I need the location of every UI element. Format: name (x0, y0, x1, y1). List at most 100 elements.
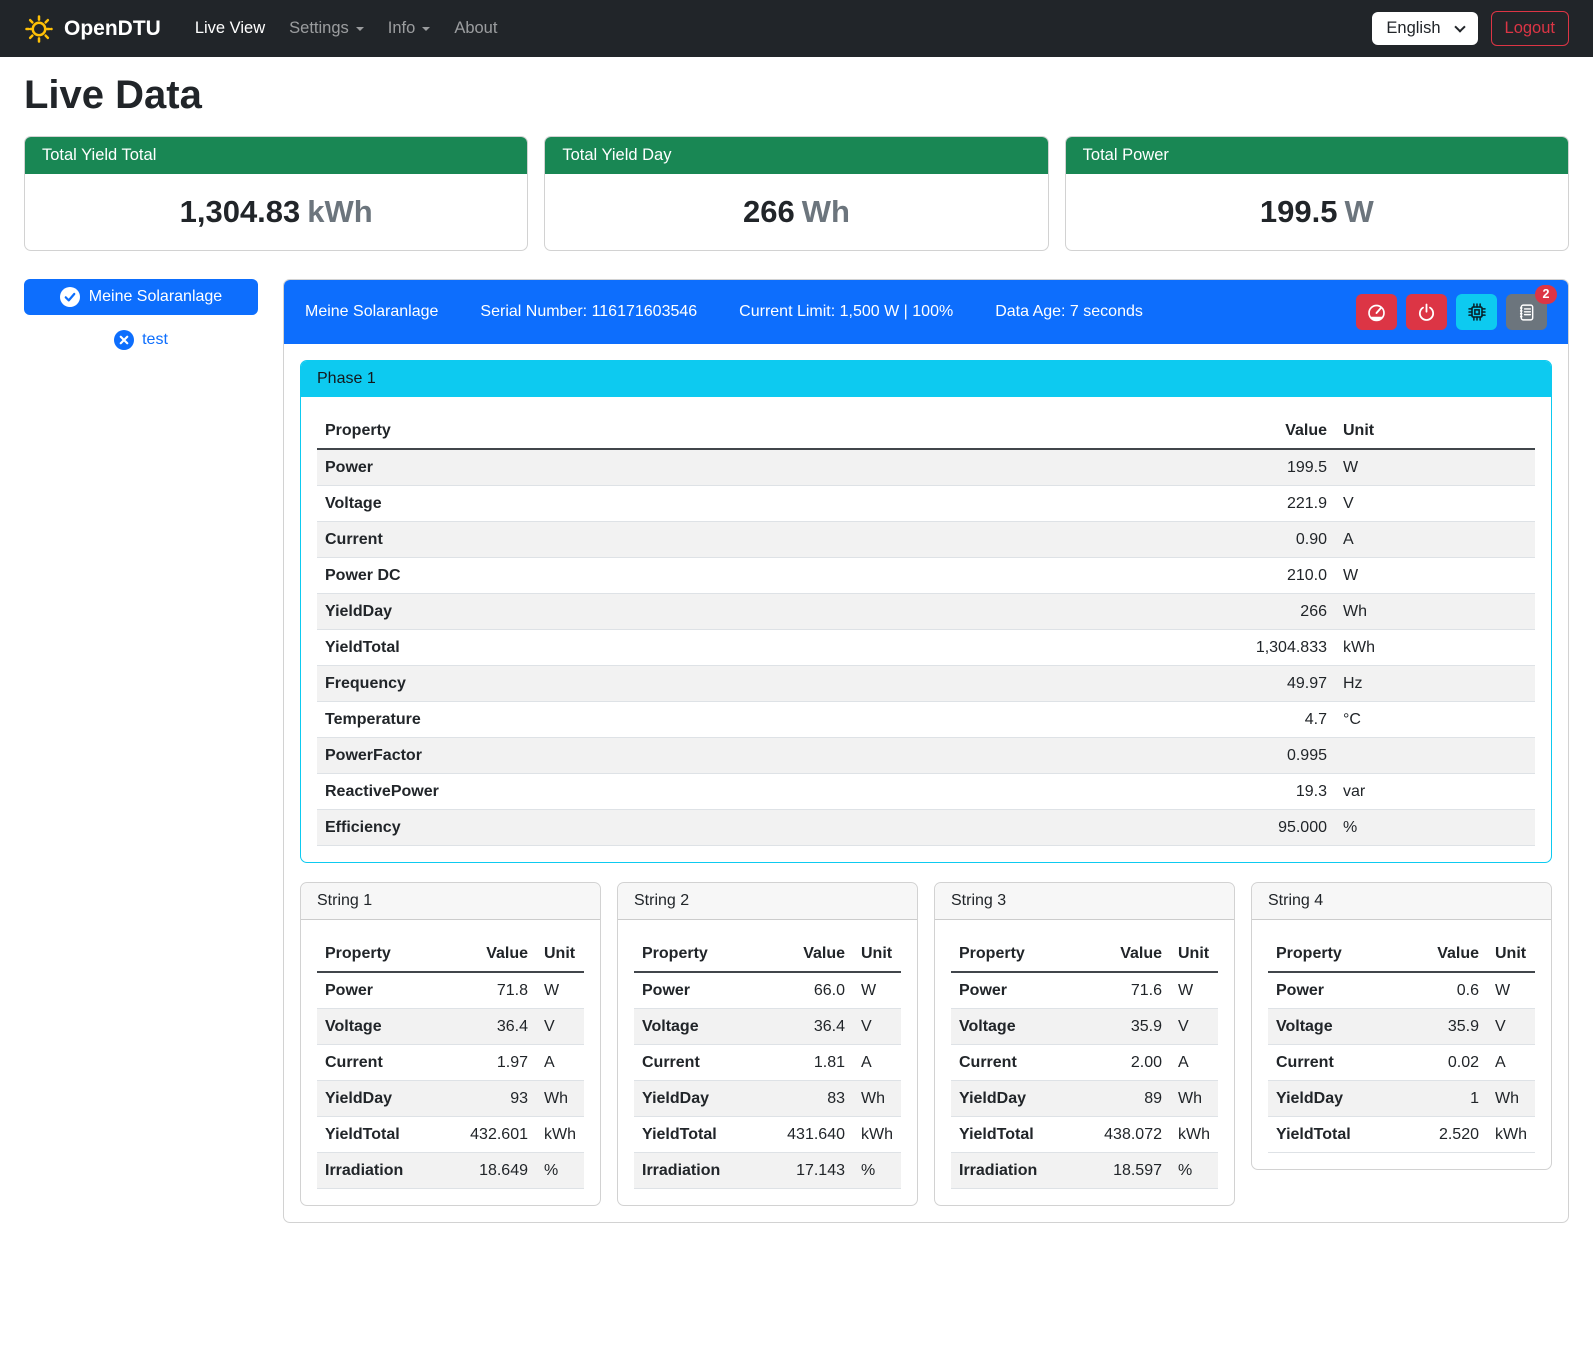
limit-settings-button[interactable] (1356, 294, 1397, 330)
property-cell: YieldDay (317, 1081, 460, 1117)
value-cell: 18.597 (1094, 1153, 1170, 1189)
unit-cell: A (1170, 1045, 1218, 1081)
event-count-badge: 2 (1535, 285, 1557, 304)
unit-cell (1335, 738, 1535, 774)
property-cell: Power DC (317, 558, 1215, 594)
x-circle-icon (114, 330, 134, 350)
unit-cell: kWh (853, 1117, 901, 1153)
column-header-unit: Unit (1487, 936, 1535, 972)
unit-cell: kWh (1170, 1117, 1218, 1153)
device-info-button[interactable] (1456, 294, 1497, 330)
string-3-card: String 3 Property Value Unit (934, 882, 1235, 1206)
unit-cell: W (1170, 972, 1218, 1009)
table-row: Power0.6W (1268, 972, 1535, 1009)
top-navbar: OpenDTU Live View Settings Info About En… (0, 0, 1593, 57)
unit-cell: Wh (1170, 1081, 1218, 1117)
table-row: Current1.81A (634, 1045, 901, 1081)
journal-icon (1517, 303, 1536, 322)
card-unit: W (1344, 194, 1373, 229)
property-cell: YieldTotal (951, 1117, 1094, 1153)
nav-item-live-view[interactable]: Live View (187, 11, 273, 46)
table-row: Current1.97A (317, 1045, 584, 1081)
power-button[interactable] (1406, 294, 1447, 330)
value-cell: 71.6 (1094, 972, 1170, 1009)
value-cell: 0.90 (1215, 522, 1335, 558)
check-circle-icon (60, 287, 80, 307)
property-cell: Voltage (317, 486, 1215, 522)
value-cell: 35.9 (1094, 1009, 1170, 1045)
event-log-button[interactable]: 2 (1506, 294, 1547, 330)
property-cell: Power (317, 449, 1215, 486)
chevron-down-icon (356, 27, 364, 35)
value-cell: 221.9 (1215, 486, 1335, 522)
value-cell: 1.97 (460, 1045, 536, 1081)
unit-cell: kWh (1487, 1117, 1535, 1153)
table-header-row: Property Value Unit (634, 936, 901, 972)
string-1-card: String 1 Property Value Unit (300, 882, 601, 1206)
nav-item-settings[interactable]: Settings (281, 11, 372, 46)
language-select[interactable]: English (1372, 12, 1477, 45)
value-cell: 0.6 (1411, 972, 1487, 1009)
nav-item-about[interactable]: About (446, 11, 505, 46)
property-cell: YieldTotal (317, 630, 1215, 666)
property-cell: PowerFactor (317, 738, 1215, 774)
column-header-value: Value (460, 936, 536, 972)
property-cell: Current (1268, 1045, 1411, 1081)
table-row: YieldTotal432.601kWh (317, 1117, 584, 1153)
table-row: YieldTotal431.640kWh (634, 1117, 901, 1153)
table-row: Frequency49.97Hz (317, 666, 1535, 702)
sidebar-item-test[interactable]: test (24, 330, 258, 350)
nav-item-label: Live View (195, 19, 265, 38)
brand[interactable]: OpenDTU (24, 14, 161, 44)
property-cell: Current (951, 1045, 1094, 1081)
table-row: Temperature4.7°C (317, 702, 1535, 738)
unit-cell: A (1487, 1045, 1535, 1081)
value-cell: 1 (1411, 1081, 1487, 1117)
property-cell: YieldDay (634, 1081, 777, 1117)
inverter-sidebar: Meine Solaranlage test (24, 279, 258, 350)
string-title: String 3 (935, 883, 1234, 920)
unit-cell: W (853, 972, 901, 1009)
card-title: Total Power (1066, 137, 1568, 174)
unit-cell: % (853, 1153, 901, 1189)
total-yield-total-card: Total Yield Total 1,304.83kWh (24, 136, 528, 251)
property-cell: Power (634, 972, 777, 1009)
property-cell: Power (1268, 972, 1411, 1009)
string-title: String 4 (1252, 883, 1551, 920)
string-table: Property Value Unit Power71.6WVoltage35.… (951, 936, 1218, 1189)
value-cell: 0.995 (1215, 738, 1335, 774)
table-row: Power71.6W (951, 972, 1218, 1009)
card-value: 199.5 (1260, 194, 1338, 229)
column-header-property: Property (634, 936, 777, 972)
chevron-down-icon (1454, 21, 1465, 32)
property-cell: Voltage (1268, 1009, 1411, 1045)
property-cell: Irradiation (951, 1153, 1094, 1189)
unit-cell: W (1335, 558, 1535, 594)
sun-icon (24, 14, 54, 44)
string-cards-row: String 1 Property Value Unit (300, 882, 1552, 1206)
value-cell: 36.4 (777, 1009, 853, 1045)
unit-cell: % (536, 1153, 584, 1189)
unit-cell: Wh (1487, 1081, 1535, 1117)
unit-cell: kWh (536, 1117, 584, 1153)
value-cell: 2.00 (1094, 1045, 1170, 1081)
string-table: Property Value Unit Power66.0WVoltage36.… (634, 936, 901, 1189)
table-row: YieldDay89Wh (951, 1081, 1218, 1117)
column-header-property: Property (317, 413, 1215, 449)
value-cell: 95.000 (1215, 810, 1335, 846)
inverter-panel: Meine Solaranlage Serial Number: 1161716… (283, 279, 1569, 1223)
table-row: Voltage221.9V (317, 486, 1535, 522)
summary-cards-row: Total Yield Total 1,304.83kWh Total Yiel… (24, 136, 1569, 251)
column-header-value: Value (1411, 936, 1487, 972)
property-cell: YieldDay (1268, 1081, 1411, 1117)
unit-cell: Wh (536, 1081, 584, 1117)
sidebar-item-meine-solaranlage[interactable]: Meine Solaranlage (24, 279, 258, 315)
language-value: English (1386, 19, 1440, 38)
column-header-value: Value (1094, 936, 1170, 972)
nav-item-info[interactable]: Info (380, 11, 439, 46)
property-cell: Current (317, 1045, 460, 1081)
unit-cell: Wh (1335, 594, 1535, 630)
logout-button[interactable]: Logout (1491, 11, 1569, 46)
property-cell: Current (634, 1045, 777, 1081)
table-row: YieldDay93Wh (317, 1081, 584, 1117)
